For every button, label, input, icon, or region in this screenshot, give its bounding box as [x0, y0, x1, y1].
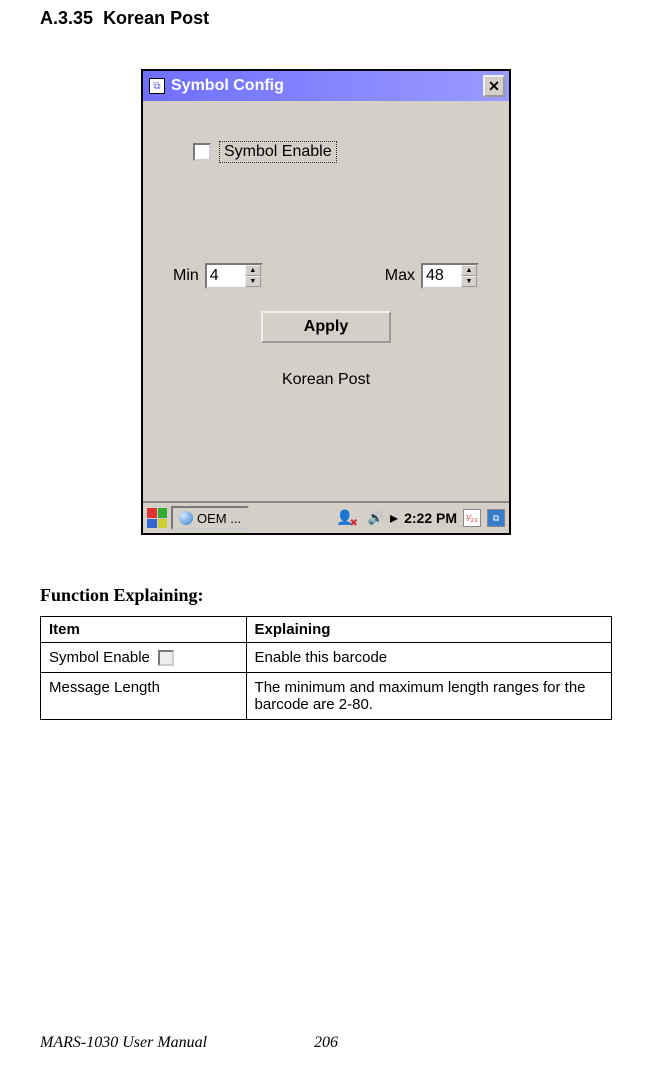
symbol-enable-checkbox[interactable] — [193, 143, 211, 161]
min-spinner[interactable]: 4 ▲ ▼ — [205, 263, 263, 289]
user-icon[interactable]: 👤✖ — [336, 509, 362, 527]
checkbox-icon — [158, 650, 174, 666]
explaining-cell: Enable this barcode — [246, 643, 611, 673]
item-label: Symbol Enable — [49, 649, 150, 666]
min-group: Min 4 ▲ ▼ — [173, 263, 263, 289]
apply-button[interactable]: Apply — [261, 311, 391, 343]
start-button[interactable] — [147, 508, 167, 528]
globe-icon — [179, 511, 193, 525]
max-group: Max 48 ▲ ▼ — [385, 263, 479, 289]
max-down-button[interactable]: ▼ — [461, 276, 477, 287]
calendar-icon[interactable]: ¹⁄₂₃ — [463, 509, 481, 527]
close-icon: ✕ — [488, 78, 500, 95]
max-label: Max — [385, 267, 415, 285]
function-heading: Function Explaining: — [40, 585, 612, 606]
window-title: Symbol Config — [171, 77, 284, 95]
max-up-button[interactable]: ▲ — [461, 265, 477, 276]
table-header-item: Item — [41, 617, 247, 643]
item-label: Message Length — [41, 673, 247, 720]
symbol-config-window: ⧉ Symbol Config ✕ Symbol Enable Min 4 — [141, 69, 511, 535]
table-row: Message Length The minimum and maximum l… — [41, 673, 612, 720]
section-title: Korean Post — [103, 8, 209, 28]
footer-page-number: 206 — [314, 1034, 338, 1052]
explaining-cell: The minimum and maximum length ranges fo… — [246, 673, 611, 720]
apply-button-label: Apply — [304, 318, 348, 336]
page-footer: MARS-1030 User Manual 206 — [40, 1034, 612, 1052]
dialog-caption: Korean Post — [163, 371, 489, 389]
section-heading: A.3.35 Korean Post — [40, 8, 612, 29]
clock[interactable]: 2:22 PM — [404, 510, 457, 526]
min-up-button[interactable]: ▲ — [245, 265, 261, 276]
footer-manual-name: MARS-1030 User Manual — [40, 1034, 207, 1052]
desktop-icon[interactable]: ⧉ — [487, 509, 505, 527]
max-spinner[interactable]: 48 ▲ ▼ — [421, 263, 479, 289]
close-button[interactable]: ✕ — [483, 75, 505, 97]
system-tray: 👤✖ 🔊 ▸ 2:22 PM ¹⁄₂₃ ⧉ — [336, 508, 505, 528]
min-value[interactable]: 4 — [207, 265, 245, 287]
max-value[interactable]: 48 — [423, 265, 461, 287]
symbol-enable-row: Symbol Enable — [193, 141, 489, 163]
symbol-enable-label: Symbol Enable — [219, 141, 337, 163]
connection-icon[interactable]: ▸ — [390, 508, 398, 528]
table-row: Symbol Enable Enable this barcode — [41, 643, 612, 673]
min-down-button[interactable]: ▼ — [245, 276, 261, 287]
min-label: Min — [173, 267, 199, 285]
section-number: A.3.35 — [40, 8, 93, 28]
dialog-body: Symbol Enable Min 4 ▲ ▼ — [143, 101, 509, 501]
min-max-row: Min 4 ▲ ▼ Max 48 — [163, 263, 489, 289]
speaker-icon[interactable]: 🔊 — [368, 510, 384, 526]
titlebar: ⧉ Symbol Config ✕ — [143, 71, 509, 101]
function-table: Item Explaining Symbol Enable Enable thi… — [40, 616, 612, 720]
taskbar-task-oem[interactable]: OEM ... — [171, 506, 249, 530]
taskbar-task-label: OEM ... — [197, 511, 241, 526]
window-icon: ⧉ — [149, 78, 165, 94]
table-header-explaining: Explaining — [246, 617, 611, 643]
taskbar: OEM ... 👤✖ 🔊 ▸ 2:22 PM ¹⁄₂₃ ⧉ — [143, 501, 509, 533]
